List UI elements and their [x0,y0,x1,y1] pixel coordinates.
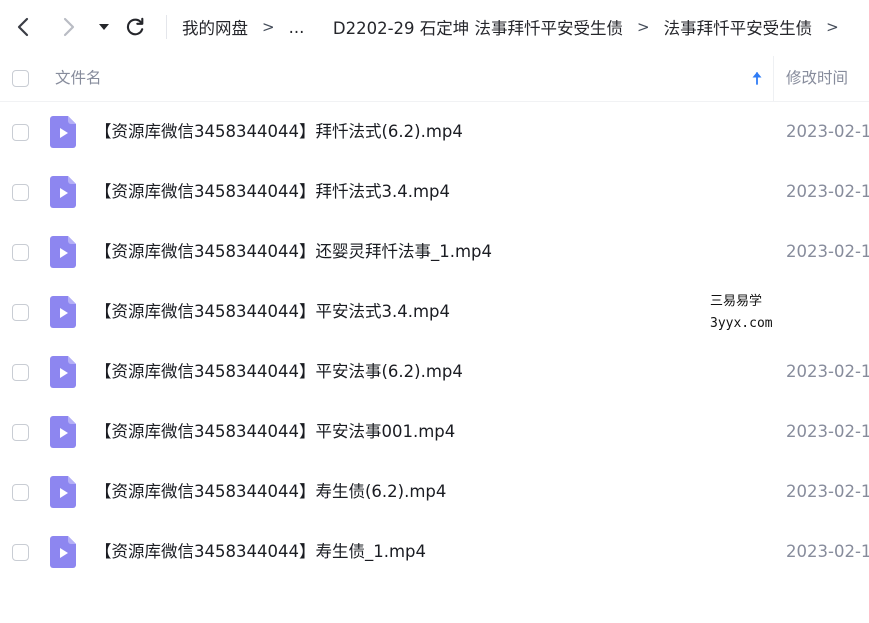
file-name[interactable]: 【资源库微信3458344044】寿生债_1.mp4 [95,522,426,582]
breadcrumb-item-current-folder[interactable]: 法事拜忏平安受生债 [664,15,813,39]
file-modified-time: 2023-02-1 [786,122,869,141]
video-file-icon [50,356,76,388]
file-row[interactable]: 【资源库微信3458344044】平安法事001.mp4 2023-02-1 [0,402,869,462]
watermark-line-1: 三易易学 [710,294,763,309]
video-file-icon [50,476,76,508]
file-row[interactable]: 【资源库微信3458344044】拜忏法式3.4.mp4 2023-02-1 [0,162,869,222]
row-checkbox[interactable] [12,424,29,441]
breadcrumb-item-ellipsis[interactable]: ... [289,18,305,37]
file-name[interactable]: 【资源库微信3458344044】拜忏法式(6.2).mp4 [95,102,463,162]
video-file-icon [50,536,76,568]
refresh-icon [126,17,144,36]
file-name[interactable]: 【资源库微信3458344044】还婴灵拜忏法事_1.mp4 [95,222,492,282]
file-browser-window: 我的网盘 > ... > D2202-29 石定坤 法事拜忏平安受生债 > 法事… [0,0,869,623]
file-name[interactable]: 【资源库微信3458344044】平安法式3.4.mp4 [95,282,450,342]
file-name[interactable]: 【资源库微信3458344044】拜忏法式3.4.mp4 [95,162,450,222]
file-name[interactable]: 【资源库微信3458344044】平安法事001.mp4 [95,402,455,462]
refresh-button[interactable] [120,10,150,44]
file-list: 【资源库微信3458344044】拜忏法式(6.2).mp4 2023-02-1 【… [0,102,869,582]
history-dropdown-button[interactable] [90,10,118,44]
chevron-left-icon [17,17,29,37]
file-modified-time: 2023-02-1 [786,542,869,561]
nav-divider [166,15,167,39]
file-list-header: 文件名 修改时间 [0,56,869,102]
caret-down-icon [99,24,109,30]
file-modified-time: 2023-02-1 [786,242,869,261]
breadcrumb-separator: > [262,18,275,36]
back-button[interactable] [8,10,38,44]
file-row[interactable]: 【资源库微信3458344044】平安法事(6.2).mp4 2023-02-1 [0,342,869,402]
file-modified-time: 2023-02-1 [786,482,869,501]
file-modified-time: 2023-02-1 [786,422,869,441]
row-checkbox[interactable] [12,364,29,381]
row-checkbox[interactable] [12,184,29,201]
select-all-checkbox[interactable] [12,70,29,87]
column-header-filename[interactable]: 文件名 [55,56,102,101]
file-modified-time: 2023-02-1 [786,182,869,201]
column-divider[interactable] [773,56,774,101]
forward-button[interactable] [54,10,84,44]
row-checkbox[interactable] [12,304,29,321]
video-file-icon [50,116,76,148]
chevron-right-icon [63,17,75,37]
watermark: 三易易学 3yyx.com [710,291,773,335]
video-file-icon [50,236,76,268]
file-row[interactable]: 【资源库微信3458344044】寿生债(6.2).mp4 2023-02-1 [0,462,869,522]
breadcrumb-separator: > [826,18,839,36]
row-checkbox[interactable] [12,544,29,561]
column-header-modified-time[interactable]: 修改时间 [786,56,848,101]
file-row[interactable]: 【资源库微信3458344044】寿生债_1.mp4 2023-02-1 [0,522,869,582]
video-file-icon [50,416,76,448]
breadcrumb-item-root[interactable]: 我的网盘 [182,15,248,39]
sort-ascending-arrow-icon[interactable] [750,70,764,87]
navigation-bar: 我的网盘 > ... > D2202-29 石定坤 法事拜忏平安受生债 > 法事… [0,0,869,54]
file-name[interactable]: 【资源库微信3458344044】寿生债(6.2).mp4 [95,462,446,522]
file-name[interactable]: 【资源库微信3458344044】平安法事(6.2).mp4 [95,342,463,402]
row-checkbox[interactable] [12,484,29,501]
breadcrumb-separator: > [637,18,650,36]
row-checkbox[interactable] [12,124,29,141]
file-row[interactable]: 【资源库微信3458344044】拜忏法式(6.2).mp4 2023-02-1 [0,102,869,162]
breadcrumb: 我的网盘 > ... > D2202-29 石定坤 法事拜忏平安受生债 > 法事… [182,0,869,54]
file-modified-time: 2023-02-1 [786,362,869,381]
row-checkbox[interactable] [12,244,29,261]
video-file-icon [50,176,76,208]
watermark-line-2: 3yyx.com [710,316,773,331]
file-row[interactable]: 【资源库微信3458344044】还婴灵拜忏法事_1.mp4 2023-02-1 [0,222,869,282]
breadcrumb-item-parent-folder[interactable]: D2202-29 石定坤 法事拜忏平安受生债 [333,15,623,39]
video-file-icon [50,296,76,328]
